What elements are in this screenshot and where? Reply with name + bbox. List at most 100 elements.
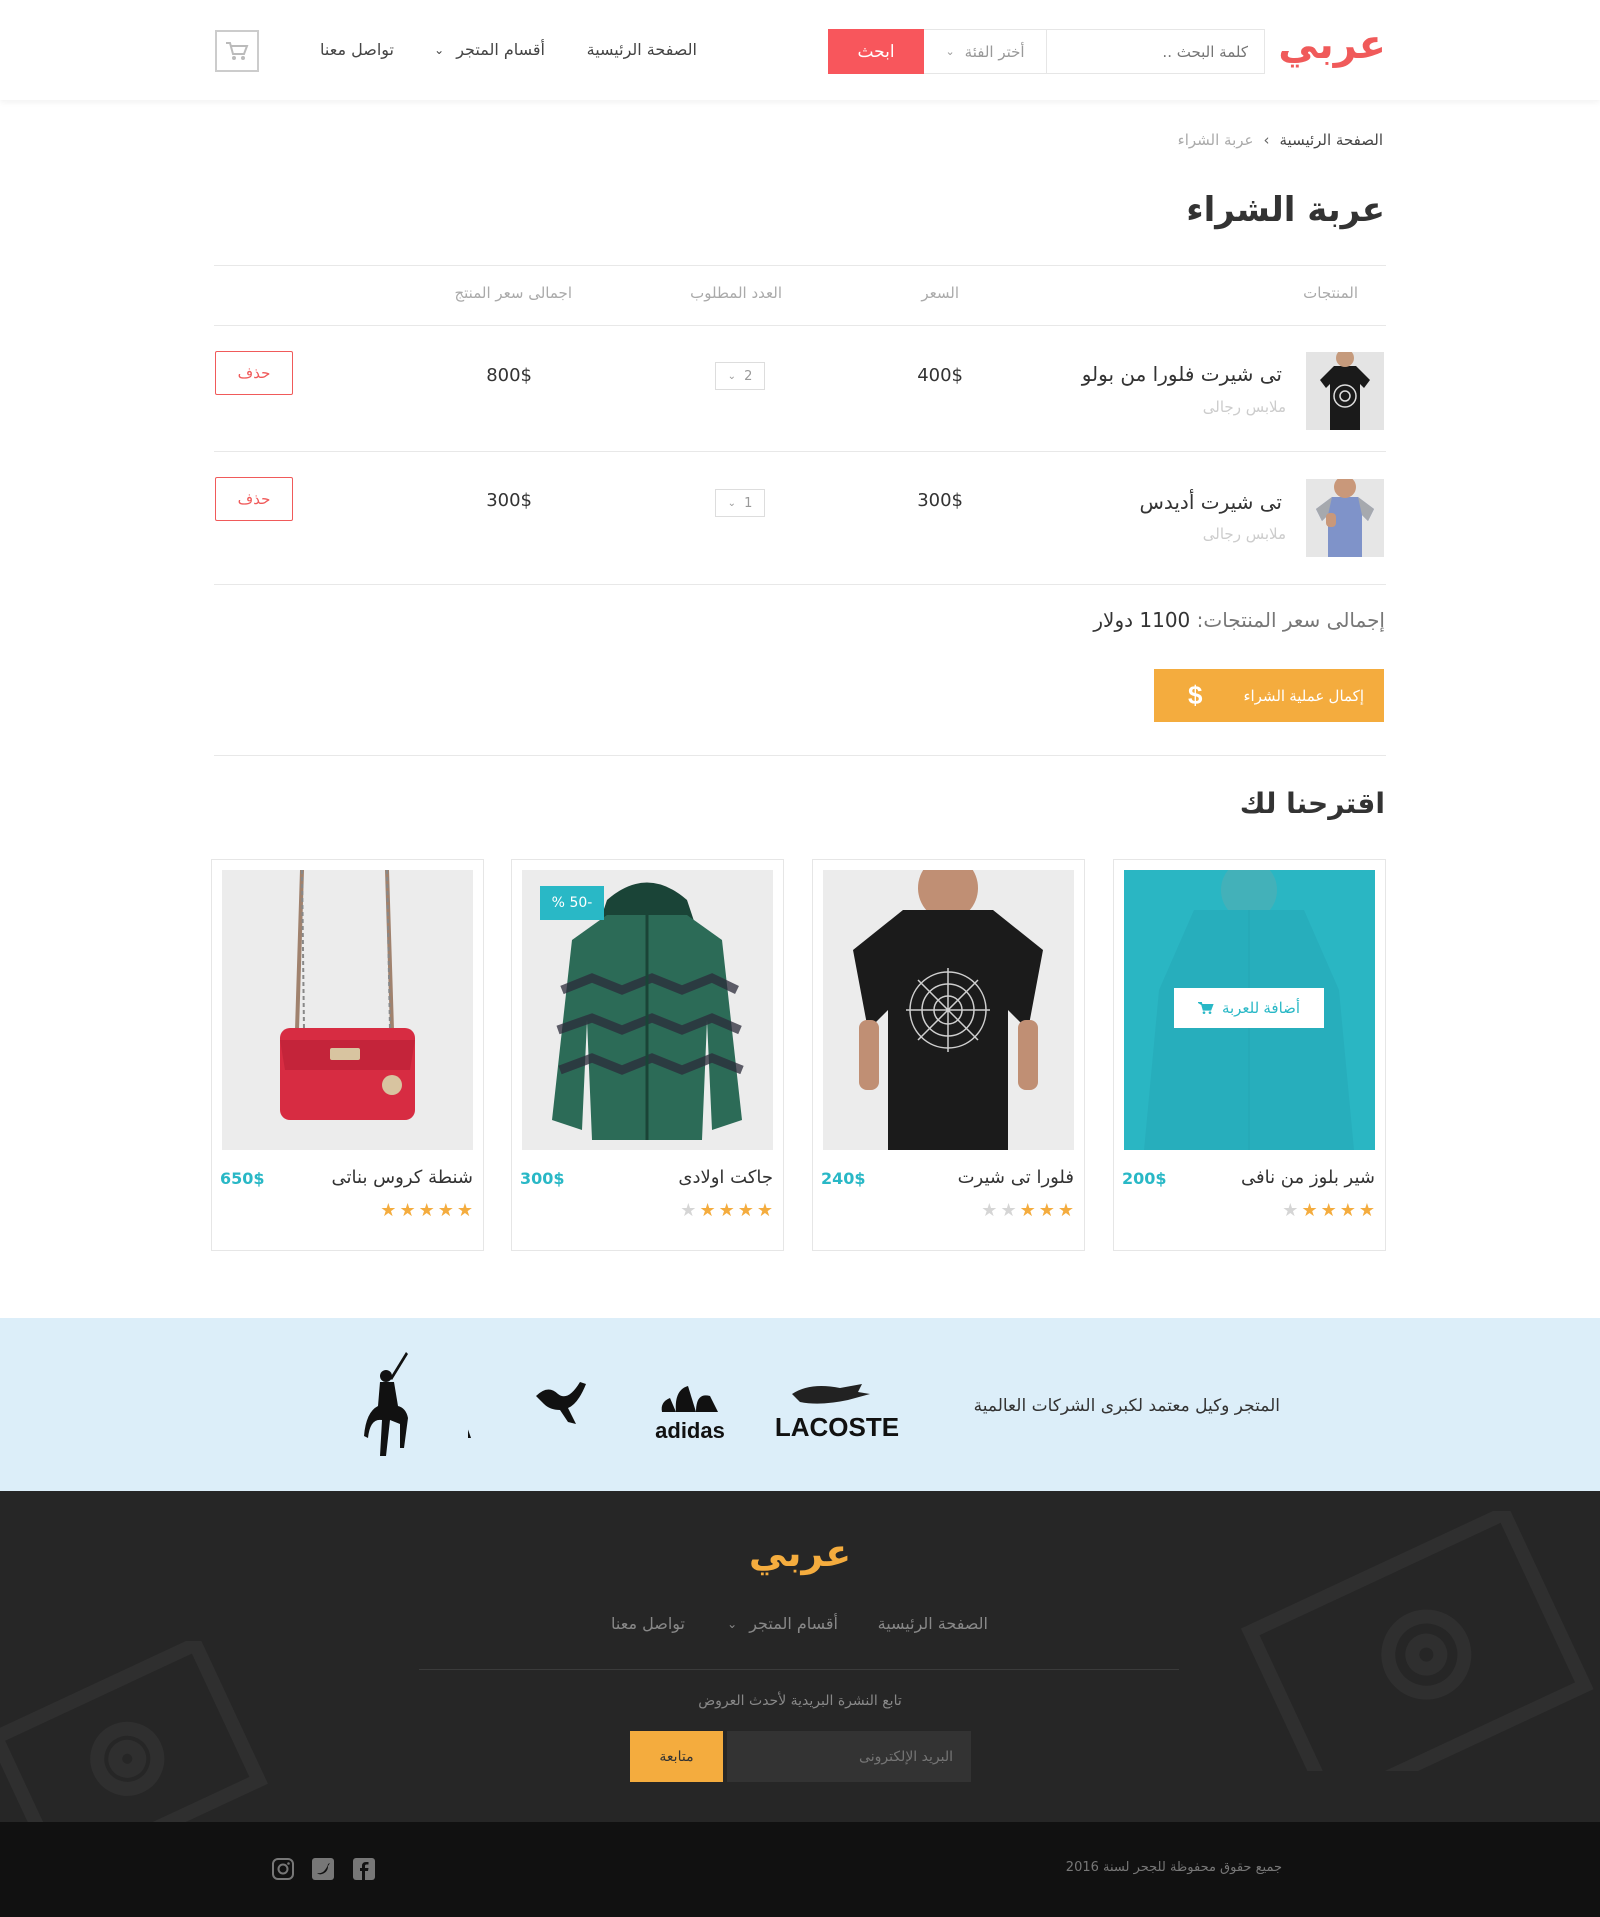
cart-total-value: 1100 دولار — [1093, 608, 1191, 632]
product-card[interactable]: أضافة للعربة شير بلوز من نافى 200$ ★ ★ ★ ★ ★ — [1113, 859, 1386, 1251]
instagram-icon[interactable] — [272, 1858, 294, 1880]
search-button[interactable]: ابحث — [828, 29, 924, 74]
product-price: 200$ — [1122, 1169, 1167, 1188]
star-filled-icon: ★ — [399, 1200, 416, 1221]
adidas-logo[interactable]: adidas — [652, 1372, 728, 1444]
search-input[interactable] — [1046, 29, 1265, 74]
product-thumbnail[interactable] — [1306, 479, 1384, 557]
footer-nav-sections-label: أقسام المتجر — [749, 1614, 838, 1633]
product-card[interactable]: -50 % جاكت اولادى 300$ ★ ★ ★ ★ ★ — [511, 859, 784, 1251]
product-image[interactable] — [823, 870, 1074, 1150]
footer-logo[interactable]: عربي — [0, 1531, 1600, 1575]
product-category: ملابس رجالى — [1202, 398, 1286, 416]
product-name[interactable]: تى شيرت فلورا من بولو — [1082, 362, 1282, 386]
product-name[interactable]: تى شيرت أديدس — [1139, 490, 1282, 514]
delete-button[interactable]: حذف — [215, 351, 293, 395]
product-name[interactable]: شير بلوز من نافى — [1241, 1167, 1375, 1188]
col-header-total: اجمالى سعر المنتج — [454, 284, 572, 302]
svg-text:PUMA: PUMA — [468, 1405, 472, 1444]
cart-icon — [1197, 1002, 1214, 1014]
category-select[interactable]: أختر الفئة ⌄ — [924, 29, 1046, 74]
product-name[interactable]: جاكت اولادى — [678, 1167, 773, 1188]
svg-text:adidas: adidas — [655, 1418, 725, 1443]
breadcrumb: الصفحة الرئيسية › عربة الشراء — [1178, 131, 1383, 149]
star-empty-icon: ★ — [1282, 1200, 1299, 1221]
site-footer: عربي الصفحة الرئيسية أقسام المتجر ⌄ تواص… — [0, 1491, 1600, 1822]
product-name[interactable]: فلورا تى شيرت — [958, 1167, 1074, 1188]
cart-icon — [226, 42, 249, 60]
footer-nav-sections[interactable]: أقسام المتجر ⌄ — [727, 1614, 838, 1633]
polo-logo[interactable] — [360, 1348, 416, 1460]
breadcrumb-home[interactable]: الصفحة الرئيسية — [1280, 131, 1384, 149]
product-image[interactable]: -50 % — [522, 870, 773, 1150]
puma-logo[interactable]: PUMA — [468, 1374, 596, 1444]
product-name[interactable]: شنطة كروس بناتى — [332, 1167, 473, 1188]
product-image[interactable] — [222, 870, 473, 1150]
star-filled-icon: ★ — [1301, 1200, 1318, 1221]
add-to-cart-button[interactable]: أضافة للعربة — [1174, 988, 1324, 1028]
delete-button[interactable]: حذف — [215, 477, 293, 521]
product-thumbnail[interactable] — [1306, 352, 1384, 430]
bottom-bar: جميع حقوق محفوظة للجحر لسنة 2016 — [0, 1822, 1600, 1917]
star-empty-icon: ★ — [1000, 1200, 1017, 1221]
product-image[interactable]: أضافة للعربة — [1124, 870, 1375, 1150]
star-filled-icon: ★ — [1019, 1200, 1036, 1221]
quantity-value: 2 — [744, 368, 753, 384]
star-filled-icon: ★ — [418, 1200, 435, 1221]
page-title: عربة الشراء — [1186, 190, 1385, 230]
suggestions-title: اقترحنا لك — [1239, 787, 1385, 820]
divider — [214, 755, 1386, 756]
product-price: 650$ — [220, 1169, 265, 1188]
product-price: 400$ — [917, 365, 963, 386]
chevron-down-icon: ⌄ — [727, 497, 737, 509]
site-header: عربي أختر الفئة ⌄ ابحث الصفحة الرئيسية أ… — [0, 0, 1600, 100]
star-filled-icon: ★ — [718, 1200, 735, 1221]
divider — [214, 584, 1386, 585]
product-price: 240$ — [821, 1169, 866, 1188]
brands-band: المتجر وكيل معتمد لكبرى الشركات العالمية… — [0, 1318, 1600, 1491]
twitter-icon[interactable] — [312, 1858, 334, 1880]
newsletter-text: تابع النشرة البريدية لأحدث العروض — [698, 1693, 902, 1709]
product-total: 300$ — [486, 490, 532, 511]
facebook-icon[interactable] — [353, 1858, 375, 1880]
breadcrumb-separator: › — [1263, 131, 1270, 149]
nav-contact[interactable]: تواصل معنا — [320, 40, 394, 59]
star-empty-icon: ★ — [680, 1200, 697, 1221]
star-filled-icon: ★ — [699, 1200, 716, 1221]
product-total: 800$ — [486, 365, 532, 386]
breadcrumb-current: عربة الشراء — [1177, 131, 1254, 149]
cart-total-label: إجمالى سعر المنتجات: — [1196, 608, 1385, 632]
rating-stars: ★ ★ ★ ★ ★ — [1282, 1200, 1375, 1221]
brands-text: المتجر وكيل معتمد لكبرى الشركات العالمية — [973, 1396, 1280, 1416]
star-filled-icon: ★ — [1339, 1200, 1356, 1221]
checkout-button[interactable]: إكمال عملية الشراء $ — [1154, 669, 1384, 722]
star-filled-icon: ★ — [1358, 1200, 1375, 1221]
envelope-decoration-icon — [0, 1641, 268, 1822]
footer-nav-home[interactable]: الصفحة الرئيسية — [878, 1614, 988, 1633]
email-field[interactable] — [727, 1731, 971, 1782]
lacoste-logo[interactable]: LACOSTE — [770, 1378, 904, 1442]
star-filled-icon: ★ — [456, 1200, 473, 1221]
nav-sections-label: أقسام المتجر — [456, 40, 545, 59]
quantity-select[interactable]: 1 ⌄ — [715, 489, 765, 517]
product-category: ملابس رجالى — [1202, 525, 1286, 543]
follow-button[interactable]: متابعة — [630, 1731, 723, 1782]
quantity-select[interactable]: 2 ⌄ — [715, 362, 765, 390]
add-to-cart-label: أضافة للعربة — [1221, 1000, 1301, 1017]
site-logo[interactable]: عربي — [1278, 22, 1386, 68]
product-card[interactable]: فلورا تى شيرت 240$ ★ ★ ★ ★ ★ — [812, 859, 1085, 1251]
nav-sections[interactable]: أقسام المتجر ⌄ — [434, 40, 545, 59]
footer-nav-contact[interactable]: تواصل معنا — [611, 1614, 685, 1633]
chevron-down-icon: ⌄ — [727, 1616, 738, 1631]
nav-home[interactable]: الصفحة الرئيسية — [587, 40, 697, 59]
svg-text:LACOSTE: LACOSTE — [775, 1412, 899, 1442]
divider — [214, 325, 1386, 326]
cart-total: إجمالى سعر المنتجات: 1100 دولار — [1093, 608, 1385, 632]
rating-stars: ★ ★ ★ ★ ★ — [981, 1200, 1074, 1221]
divider — [214, 451, 1386, 452]
col-header-price: السعر — [921, 284, 959, 302]
product-card[interactable]: شنطة كروس بناتى 650$ ★ ★ ★ ★ ★ — [211, 859, 484, 1251]
rating-stars: ★ ★ ★ ★ ★ — [680, 1200, 773, 1221]
chevron-down-icon: ⌄ — [727, 370, 737, 382]
cart-button[interactable] — [215, 30, 259, 72]
